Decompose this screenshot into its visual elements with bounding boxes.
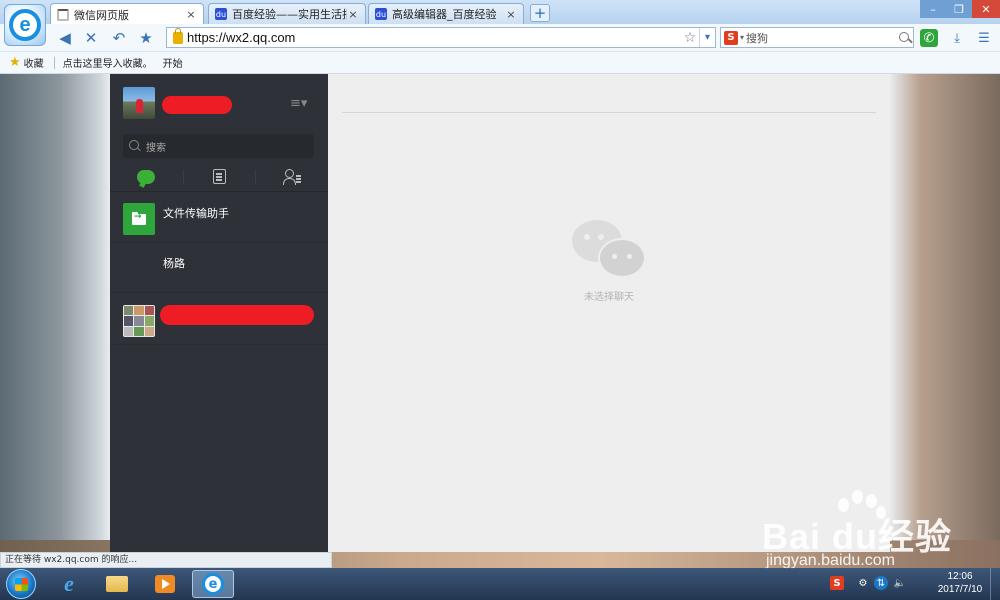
search-input[interactable]: 搜狗 (746, 30, 897, 46)
tab-baidu-jingyan[interactable]: du 百度经验——实用生活指南 × (208, 3, 366, 24)
chevron-down-icon[interactable]: ▾ (699, 28, 715, 47)
phone-icon[interactable]: ✆ (920, 29, 938, 47)
clock-date: 2017/7/10 (937, 584, 983, 595)
group-avatar (123, 305, 155, 337)
search-box[interactable]: S ▾ 搜狗 (720, 27, 914, 48)
chat-name: 杨路 (163, 257, 185, 270)
baidu-icon: du (215, 8, 227, 20)
stop-button[interactable]: ✕ (82, 29, 100, 47)
tab-contacts[interactable] (255, 162, 328, 191)
tab-chats[interactable] (110, 162, 183, 191)
list-item[interactable] (110, 293, 328, 345)
network-icon[interactable]: ⇅ (874, 576, 888, 590)
tab-advanced-editor[interactable]: du 高级编辑器_百度经验 × (368, 3, 524, 24)
baidu-icon: du (375, 8, 387, 20)
wechat-chat-panel: 未选择聊天 (328, 74, 890, 552)
tab-label: 高级编辑器_百度经验 (392, 8, 497, 21)
ie-icon: e (64, 571, 74, 596)
lock-icon (173, 27, 183, 44)
folder-icon (132, 211, 146, 225)
browser-logo-icon[interactable]: e (4, 4, 46, 46)
address-bar[interactable]: https://wx2.qq.com ☆ ▾ (166, 27, 716, 48)
undo-close-button[interactable]: ↶ (110, 29, 128, 47)
wechat-profile-header: ≡▾ (110, 74, 328, 130)
window-close-button[interactable]: ✕ (972, 0, 1000, 18)
star-icon: ★ (9, 55, 21, 70)
empty-state-text: 未选择聊天 (584, 292, 634, 303)
clock-time: 12:06 (947, 571, 973, 582)
baidu-watermark: Bai du经验 jingyan.baidu.com (762, 490, 992, 570)
document-icon (212, 169, 226, 184)
tab-label: 百度经验——实用生活指南 (232, 8, 347, 21)
tab-label: 微信网页版 (74, 8, 129, 22)
divider (53, 56, 55, 69)
bookmarks-bar: ★ 收藏 点击这里导入收藏。 开始 (0, 52, 1000, 74)
taskbar: e e S ⚙ ⇅ 🔈 12:06 2017/7/10 (0, 568, 1000, 600)
navigation-bar: ◀ ✕ ↶ ★ https://wx2.qq.com ☆ ▾ S ▾ 搜狗 ✆ … (0, 24, 1000, 52)
loading-icon (57, 8, 69, 21)
bookmark-favorites[interactable]: 收藏 (24, 55, 44, 70)
contacts-icon (282, 169, 301, 185)
browser-taskbar-button[interactable]: e (192, 570, 234, 598)
chevron-down-icon[interactable]: ▾ (740, 33, 744, 42)
menu-icon[interactable]: ≡▾ (290, 97, 310, 110)
close-icon[interactable]: × (347, 8, 359, 21)
folder-icon (106, 576, 128, 592)
search-icon[interactable] (897, 30, 913, 46)
divider (342, 112, 876, 113)
chat-icon (137, 169, 156, 184)
start-button[interactable] (6, 569, 36, 599)
search-field[interactable]: 搜索 (123, 134, 314, 158)
bookmark-import[interactable]: 点击这里导入收藏。 (63, 55, 153, 70)
url-input[interactable]: https://wx2.qq.com (187, 30, 681, 45)
list-item[interactable]: 文件传输助手 (110, 193, 328, 243)
wechat-tabs (110, 162, 328, 192)
download-icon[interactable]: ⤓ (948, 29, 966, 47)
clock[interactable]: 12:06 2017/7/10 (935, 570, 985, 596)
sogou-ime-icon[interactable]: S (830, 576, 844, 590)
maximize-button[interactable]: ❐ (946, 0, 972, 18)
star-icon[interactable]: ☆ (681, 30, 699, 46)
back-button[interactable]: ◀ (56, 29, 74, 47)
tab-reading[interactable] (182, 162, 256, 191)
explorer-taskbar-button[interactable] (96, 570, 138, 598)
ie-taskbar-button[interactable]: e (48, 570, 90, 598)
sogou-logo-icon[interactable]: S (724, 30, 738, 45)
close-icon[interactable]: × (185, 8, 197, 21)
wechat-sidebar: ≡▾ 搜索 文件传输助手 杨路 (110, 74, 328, 552)
new-tab-button[interactable]: + (530, 4, 550, 22)
browser-icon: e (202, 573, 224, 595)
file-transfer-avatar (123, 203, 155, 235)
redacted-username (162, 96, 232, 114)
bookmark-start[interactable]: 开始 (163, 55, 183, 70)
tab-wechat[interactable]: 微信网页版 × (50, 3, 204, 25)
avatar[interactable] (123, 87, 155, 119)
favorite-button[interactable]: ★ (137, 29, 155, 47)
menu-icon[interactable]: ☰ (975, 29, 993, 47)
redacted-group-name (160, 305, 314, 325)
media-player-icon (155, 575, 175, 593)
browser-titlebar: 微信网页版 × du 百度经验——实用生活指南 × du 高级编辑器_百度经验 … (0, 0, 1000, 25)
search-input[interactable]: 搜索 (146, 139, 166, 154)
minimize-button[interactable]: – (920, 0, 946, 18)
status-bar: 正在等待 wx2.qq.com 的响应... (0, 552, 332, 568)
close-icon[interactable]: × (505, 8, 517, 21)
search-icon (129, 140, 141, 152)
settings-icon[interactable]: ⚙ (856, 576, 870, 590)
media-player-taskbar-button[interactable] (144, 570, 186, 598)
volume-icon[interactable]: 🔈 (893, 576, 907, 590)
show-desktop-button[interactable] (990, 568, 1000, 600)
list-item[interactable]: 杨路 (110, 243, 328, 293)
wechat-logo-icon (572, 220, 648, 282)
chat-name: 文件传输助手 (163, 207, 229, 220)
